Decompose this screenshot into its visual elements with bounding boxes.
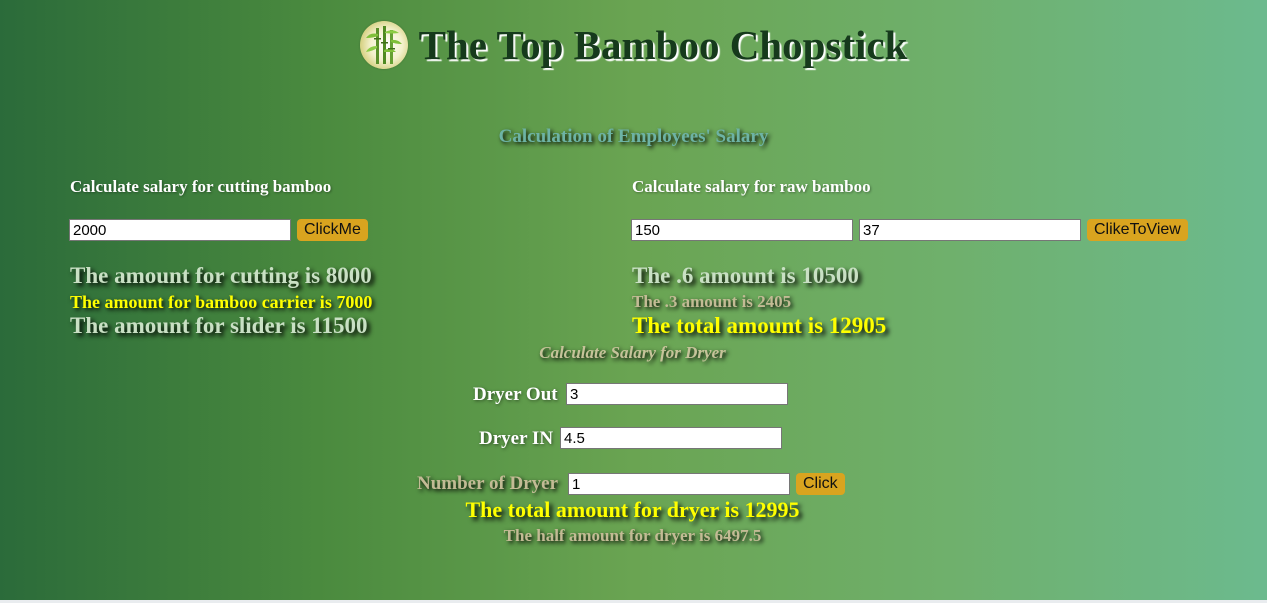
- dryer-in-label: Dryer IN: [479, 428, 554, 449]
- dryer-count-label: Number of Dryer: [417, 473, 559, 494]
- result-carrier: The amount for bamboo carrier is 7000: [70, 292, 373, 312]
- result-dryer-total: The total amount for dryer is 12995: [465, 497, 800, 522]
- header: The Top Bamboo Chopstick: [0, 21, 1267, 69]
- raw-input-1[interactable]: [631, 219, 853, 241]
- dryer-count-input[interactable]: [568, 473, 790, 495]
- result-cutting: The amount for cutting is 8000: [70, 263, 372, 288]
- dryer-out-label: Dryer Out: [473, 384, 558, 405]
- cliketoview-button[interactable]: ClikeToView: [1087, 219, 1188, 241]
- result-dryer-half: The half amount for dryer is 6497.5: [503, 526, 762, 545]
- clickme-button[interactable]: ClickMe: [297, 219, 368, 241]
- dryer-section-title: Calculate Salary for Dryer: [539, 343, 726, 362]
- result-raw-total: The total amount is 12905: [632, 313, 887, 338]
- cutting-section-label: Calculate salary for cutting bamboo: [70, 177, 332, 196]
- result-03: The .3 amount is 2405: [632, 292, 792, 311]
- result-slider: The amount for slider is 11500: [70, 313, 368, 338]
- dryer-out-input[interactable]: [566, 383, 788, 405]
- dryer-in-input[interactable]: [560, 427, 782, 449]
- dryer-click-button[interactable]: Click: [796, 473, 845, 495]
- raw-input-2[interactable]: [859, 219, 1081, 241]
- section-subtitle: Calculation of Employees' Salary: [498, 126, 769, 147]
- bamboo-logo-icon: [359, 21, 408, 69]
- page-title: The Top Bamboo Chopstick: [418, 22, 908, 68]
- result-06: The .6 amount is 10500: [632, 263, 859, 288]
- cutting-input[interactable]: [69, 219, 291, 241]
- raw-section-label: Calculate salary for raw bamboo: [632, 177, 871, 196]
